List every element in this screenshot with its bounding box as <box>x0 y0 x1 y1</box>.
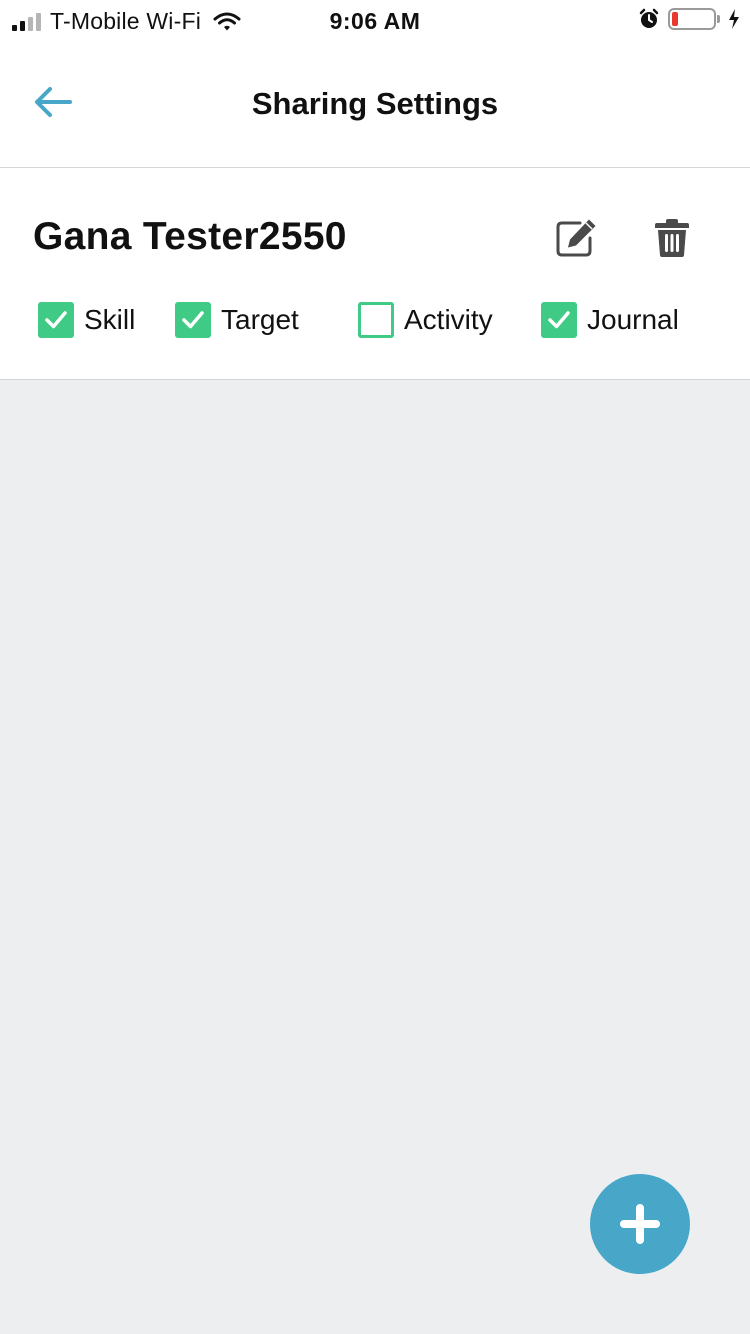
checkmark-icon <box>182 311 204 329</box>
permission-checkboxes: Skill Target Activity Journal <box>0 302 750 342</box>
checkbox-label: Target <box>221 304 299 335</box>
checkbox-box <box>175 302 211 338</box>
checkmark-icon <box>548 311 570 329</box>
trash-icon <box>655 219 689 257</box>
charging-icon <box>729 9 739 29</box>
add-button[interactable] <box>590 1174 690 1274</box>
contact-name: Gana Tester2550 <box>33 215 347 258</box>
checkbox-box <box>358 302 394 338</box>
checkbox-activity[interactable]: Activity <box>358 302 493 338</box>
checkbox-label: Skill <box>84 304 136 335</box>
page-title: Sharing Settings <box>251 86 499 121</box>
app-header: Sharing Settings <box>0 42 750 168</box>
checkbox-box <box>38 302 74 338</box>
status-bar: T-Mobile Wi-Fi 9:06 AM <box>0 0 750 42</box>
checkbox-target[interactable]: Target <box>175 302 299 338</box>
edit-icon <box>556 219 596 257</box>
delete-button[interactable] <box>654 218 690 258</box>
checkbox-skill[interactable]: Skill <box>38 302 135 338</box>
checkbox-box <box>541 302 577 338</box>
checkbox-label: Journal <box>587 304 679 335</box>
contact-card: Gana Tester2550 Skill Target Activity Jo… <box>0 168 750 380</box>
checkbox-journal[interactable]: Journal <box>541 302 679 338</box>
checkmark-icon <box>45 311 67 329</box>
plus-icon <box>620 1204 660 1244</box>
alarm-icon <box>639 8 659 28</box>
checkbox-label: Activity <box>404 304 493 335</box>
battery-icon <box>668 8 720 30</box>
edit-button[interactable] <box>554 218 598 258</box>
status-right <box>638 8 740 30</box>
screen: T-Mobile Wi-Fi 9:06 AM Sharing Settings … <box>0 0 750 1334</box>
